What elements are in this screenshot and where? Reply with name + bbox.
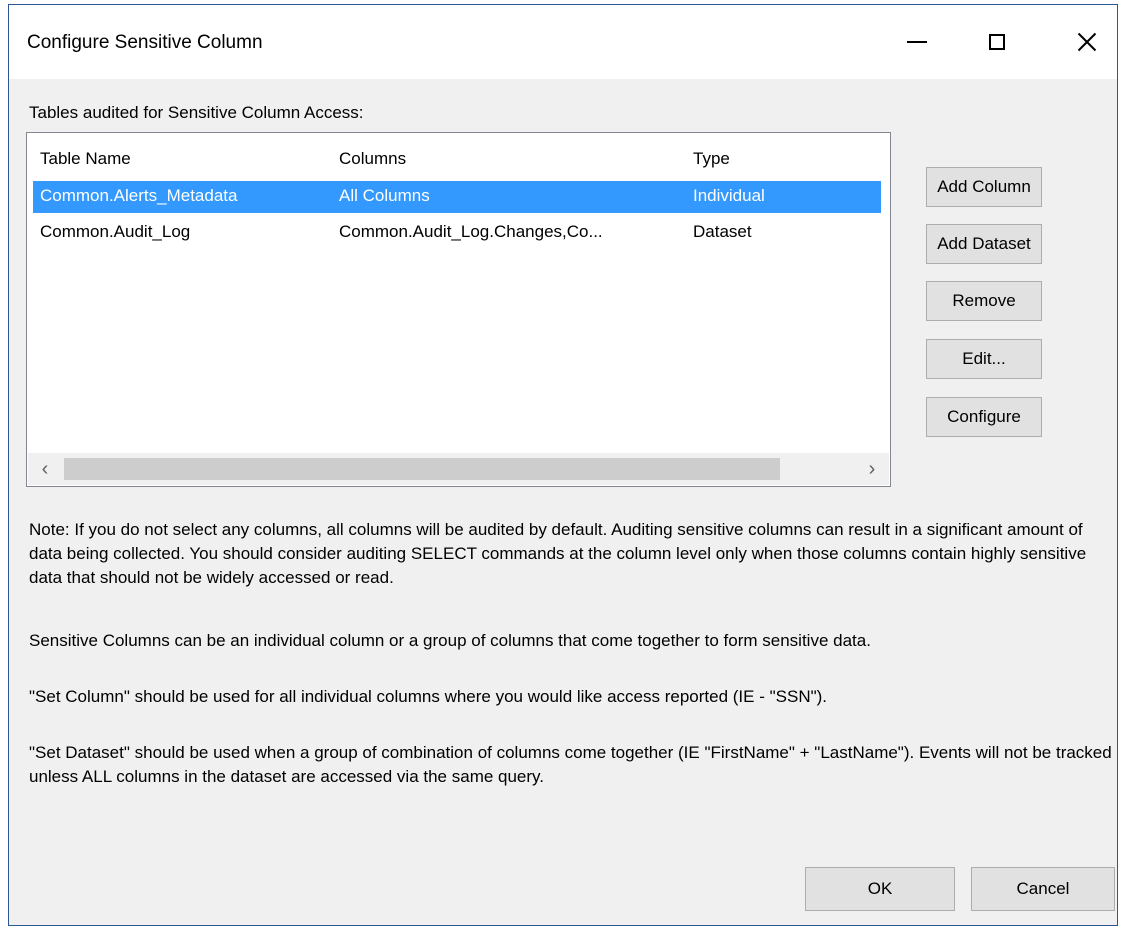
add-column-button[interactable]: Add Column xyxy=(926,167,1042,207)
remove-button[interactable]: Remove xyxy=(926,281,1042,321)
column-header-type[interactable]: Type xyxy=(693,149,730,169)
cell-table-name: Common.Audit_Log xyxy=(40,222,191,241)
minimize-button[interactable] xyxy=(887,15,947,69)
edit-button[interactable]: Edit... xyxy=(926,339,1042,379)
column-header-table-name[interactable]: Table Name xyxy=(40,149,131,169)
note-default-audit: Note: If you do not select any columns, … xyxy=(29,520,1087,587)
title-bar[interactable]: Configure Sensitive Column xyxy=(9,5,1117,79)
cell-columns: Common.Audit_Log.Changes,Co... xyxy=(339,222,603,241)
table-row-audit-log[interactable]: Common.Audit_Log Common.Audit_Log.Change… xyxy=(33,217,881,249)
column-header-columns[interactable]: Columns xyxy=(339,149,406,169)
tables-audited-label: Tables audited for Sensitive Column Acce… xyxy=(29,103,364,122)
minimize-icon xyxy=(907,41,927,43)
maximize-button[interactable] xyxy=(967,15,1027,69)
cell-table-name: Common.Alerts_Metadata xyxy=(40,186,238,205)
scroll-left-icon[interactable]: ‹ xyxy=(28,453,62,485)
note-set-dataset: "Set Dataset" should be used when a grou… xyxy=(29,743,1112,786)
ok-button[interactable]: OK xyxy=(805,867,955,911)
note-set-column: "Set Column" should be used for all indi… xyxy=(29,687,828,706)
add-dataset-button[interactable]: Add Dataset xyxy=(926,224,1042,264)
scroll-thumb[interactable] xyxy=(64,458,780,480)
cell-type: Dataset xyxy=(693,222,752,241)
configure-button[interactable]: Configure xyxy=(926,397,1042,437)
horizontal-scrollbar[interactable]: ‹ › xyxy=(28,453,889,485)
cell-type: Individual xyxy=(693,186,765,205)
close-button[interactable] xyxy=(1057,15,1117,69)
cell-columns: All Columns xyxy=(339,186,430,205)
list-header: Table Name Columns Type xyxy=(27,133,890,179)
audited-tables-list[interactable]: Table Name Columns Type Common.Alerts_Me… xyxy=(26,132,891,487)
scroll-right-icon[interactable]: › xyxy=(855,453,889,485)
configure-sensitive-column-dialog: Configure Sensitive Column Tables audite… xyxy=(8,4,1118,926)
note-sensitive-columns: Sensitive Columns can be an individual c… xyxy=(29,631,871,650)
cancel-button[interactable]: Cancel xyxy=(971,867,1115,911)
table-row-alerts-metadata[interactable]: Common.Alerts_Metadata All Columns Indiv… xyxy=(33,181,881,213)
window-title: Configure Sensitive Column xyxy=(27,32,263,53)
maximize-icon xyxy=(989,34,1005,50)
close-icon xyxy=(1077,32,1097,52)
